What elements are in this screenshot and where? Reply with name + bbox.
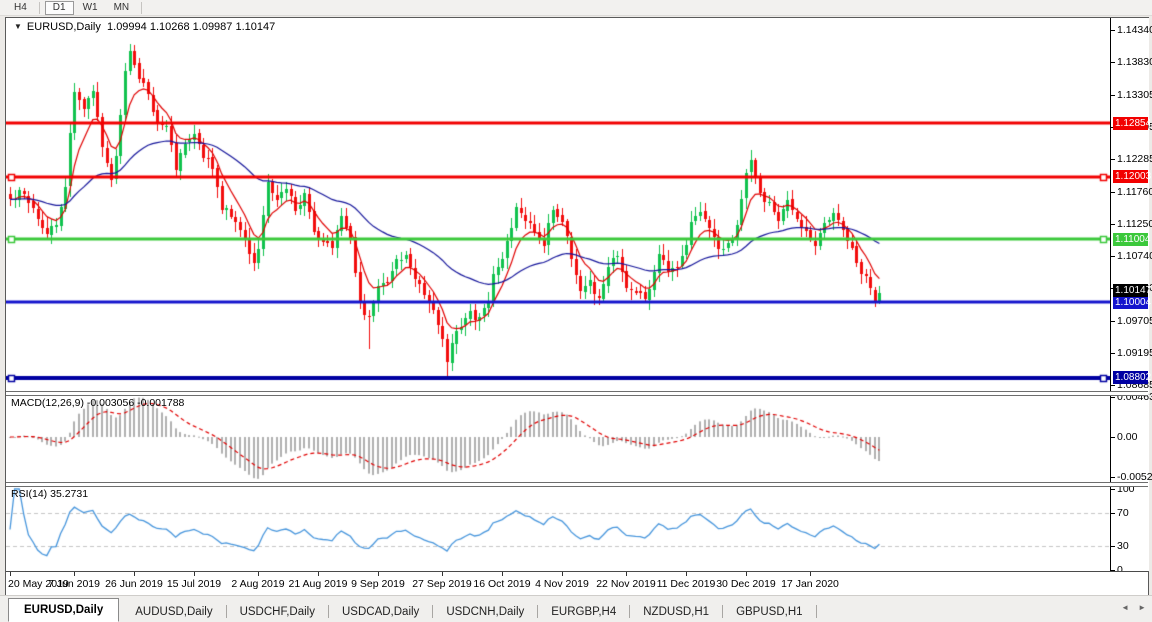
date-tick bbox=[686, 572, 687, 576]
chart-tab-gbpusd-h1[interactable]: GBPUSD,H1 bbox=[723, 602, 815, 622]
ohlc-values-label: 1.09994 1.10268 1.09987 1.10147 bbox=[107, 21, 275, 33]
main-price-chart-canvas[interactable] bbox=[6, 18, 1110, 391]
price-axis-tick bbox=[1111, 62, 1115, 63]
hline-price-label: 1.11004 bbox=[1113, 233, 1148, 246]
price-axis-tick-label: 1.14340 bbox=[1117, 24, 1152, 36]
date-tick bbox=[810, 572, 811, 576]
date-tick bbox=[562, 572, 563, 576]
macd-axis-tick bbox=[1111, 437, 1115, 438]
price-axis[interactable]: 1.143401.138301.133051.127951.122851.117… bbox=[1110, 18, 1149, 571]
chart-tab-eurusd-daily[interactable]: EURUSD,Daily bbox=[8, 598, 119, 622]
date-tick bbox=[318, 572, 319, 576]
hline-price-label: 1.12854 bbox=[1113, 117, 1148, 130]
rsi-axis-tick bbox=[1111, 513, 1115, 514]
tab-scroll-right-icon[interactable]: ► bbox=[1138, 603, 1146, 612]
price-axis-tick bbox=[1111, 224, 1115, 225]
chevron-down-icon[interactable]: ▼ bbox=[14, 22, 22, 31]
current-price-label: 1.10147 bbox=[1113, 284, 1148, 297]
date-label: 17 Jan 2020 bbox=[775, 578, 845, 590]
rsi-value: 35.2731 bbox=[50, 488, 88, 500]
rsi-axis-tick-label: 70 bbox=[1117, 507, 1129, 519]
chart-tab-usdchf-daily[interactable]: USDCHF,Daily bbox=[227, 602, 328, 622]
price-axis-tick bbox=[1111, 192, 1115, 193]
rsi-indicator-canvas[interactable] bbox=[6, 485, 1110, 571]
price-axis-tick-label: 1.13305 bbox=[1117, 89, 1152, 101]
price-axis-tick-label: 1.13830 bbox=[1117, 56, 1152, 68]
macd-axis-tick bbox=[1111, 397, 1115, 398]
date-tick bbox=[746, 572, 747, 576]
price-axis-tick-label: 1.12285 bbox=[1117, 153, 1152, 165]
price-axis-tick bbox=[1111, 95, 1115, 96]
macd-indicator-label: MACD(12,26,9) -0.003056 -0.001788 bbox=[11, 397, 184, 409]
chart-window: ▼ EURUSD,Daily 1.09994 1.10268 1.09987 1.… bbox=[5, 17, 1149, 595]
timeframe-button-h4[interactable]: H4 bbox=[7, 1, 34, 14]
date-tick bbox=[502, 572, 503, 576]
date-label: 9 Sep 2019 bbox=[343, 578, 413, 590]
timeframe-toolbar: H4 D1W1MN bbox=[0, 0, 1152, 16]
macd-axis-tick bbox=[1111, 477, 1115, 478]
tab-scroll-left-icon[interactable]: ◄ bbox=[1121, 603, 1129, 612]
tab-separator bbox=[816, 605, 817, 618]
timeframe-button-w1[interactable]: W1 bbox=[76, 1, 105, 14]
price-axis-tick bbox=[1111, 353, 1115, 354]
hline-price-label: 1.12003 bbox=[1113, 170, 1148, 183]
chart-symbol-header: ▼ EURUSD,Daily 1.09994 1.10268 1.09987 1.… bbox=[14, 21, 275, 33]
rsi-axis-tick bbox=[1111, 489, 1115, 490]
chart-tab-usdcad-daily[interactable]: USDCAD,Daily bbox=[329, 602, 432, 622]
tab-scroll-nav: ◄ ► bbox=[1121, 603, 1146, 612]
symbol-timeframe-label: EURUSD,Daily bbox=[27, 21, 101, 33]
price-axis-tick-label: 1.09195 bbox=[1117, 347, 1152, 359]
chart-tab-usdcnh-daily[interactable]: USDCNH,Daily bbox=[433, 602, 537, 622]
price-axis-tick bbox=[1111, 321, 1115, 322]
time-axis[interactable]: 20 May 20197 Jun 201926 Jun 201915 Jul 2… bbox=[6, 571, 1148, 595]
date-tick bbox=[74, 572, 75, 576]
rsi-axis-tick-label: 30 bbox=[1117, 540, 1129, 552]
price-axis-tick bbox=[1111, 30, 1115, 31]
date-tick bbox=[134, 572, 135, 576]
price-axis-tick bbox=[1111, 256, 1115, 257]
price-axis-tick-label: 1.09705 bbox=[1117, 315, 1152, 327]
date-tick bbox=[10, 572, 11, 576]
chart-tab-bar: EURUSD,DailyAUDUSD,DailyUSDCHF,DailyUSDC… bbox=[0, 595, 1152, 622]
date-tick bbox=[378, 572, 379, 576]
toolbar-separator bbox=[141, 2, 142, 14]
date-tick bbox=[258, 572, 259, 576]
date-tick bbox=[194, 572, 195, 576]
date-label: 4 Nov 2019 bbox=[527, 578, 597, 590]
date-tick bbox=[626, 572, 627, 576]
macd-axis-tick-label: 0.00 bbox=[1117, 431, 1137, 443]
date-label: 30 Dec 2019 bbox=[711, 578, 781, 590]
macd-values: -0.003056 -0.001788 bbox=[87, 397, 185, 409]
pane-splitter-macd[interactable] bbox=[6, 391, 1148, 396]
timeframe-button-mn[interactable]: MN bbox=[107, 1, 137, 14]
chart-tab-nzdusd-h1[interactable]: NZDUSD,H1 bbox=[630, 602, 722, 622]
rsi-indicator-label: RSI(14) 35.2731 bbox=[11, 488, 88, 500]
rsi-name: RSI(14) bbox=[11, 488, 47, 500]
price-axis-tick-label: 1.11250 bbox=[1117, 218, 1152, 230]
date-tick bbox=[442, 572, 443, 576]
hline-price-label: 1.08802 bbox=[1113, 371, 1148, 384]
macd-name: MACD(12,26,9) bbox=[11, 397, 84, 409]
chart-tab-audusd-daily[interactable]: AUDUSD,Daily bbox=[122, 602, 225, 622]
chart-tab-eurgbp-h4[interactable]: EURGBP,H4 bbox=[538, 602, 629, 622]
timeframe-button-d1[interactable]: D1 bbox=[45, 1, 74, 15]
trading-terminal-window: H4 D1W1MN ▼ EURUSD,Daily 1.09994 1.10268 1… bbox=[0, 0, 1152, 622]
price-axis-tick bbox=[1111, 159, 1115, 160]
pane-splitter-rsi[interactable] bbox=[6, 482, 1148, 487]
rsi-axis-tick bbox=[1111, 546, 1115, 547]
toolbar-separator bbox=[39, 2, 40, 14]
price-axis-tick-label: 1.11760 bbox=[1117, 186, 1152, 198]
price-axis-tick bbox=[1111, 385, 1115, 386]
hline-price-label: 1.10004 bbox=[1113, 296, 1148, 309]
date-label: 15 Jul 2019 bbox=[159, 578, 229, 590]
price-axis-tick-label: 1.10740 bbox=[1117, 250, 1152, 262]
